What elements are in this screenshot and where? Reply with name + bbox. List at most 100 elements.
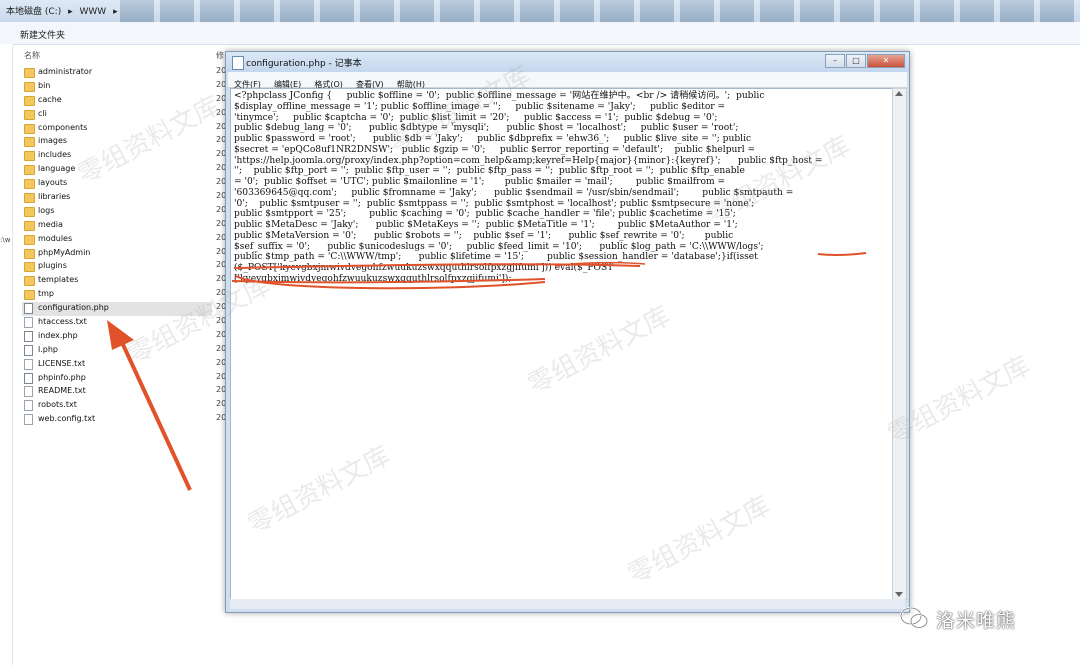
- file-row[interactable]: phpMyAdmin: [22, 247, 212, 261]
- window-title: configuration.php - 记事本: [246, 59, 362, 69]
- folder-icon: [24, 123, 35, 134]
- file-row[interactable]: l.php: [22, 344, 212, 358]
- file-name: robots.txt: [38, 400, 77, 410]
- scroll-up-arrow-icon[interactable]: [895, 91, 903, 96]
- file-list: administrator bin cache cli components images…: [22, 66, 212, 427]
- file-name: administrator: [38, 67, 93, 76]
- file-icon: [24, 372, 33, 384]
- file-row[interactable]: cli: [22, 108, 212, 122]
- file-row[interactable]: images: [22, 135, 212, 149]
- file-row[interactable]: htaccess.txt: [22, 316, 212, 330]
- breadcrumb-folder[interactable]: WWW: [79, 7, 106, 17]
- vertical-scrollbar[interactable]: [892, 88, 907, 600]
- file-row[interactable]: web.config.txt: [22, 413, 212, 427]
- explorer-toolbar: 新建文件夹: [0, 22, 1080, 45]
- file-name: modules: [38, 233, 73, 243]
- file-name: components: [38, 122, 88, 132]
- file-name: cache: [38, 94, 62, 104]
- folder-icon: [24, 290, 35, 301]
- file-row[interactable]: cache: [22, 94, 212, 108]
- file-content[interactable]: <?phpclass JConfig { public $offline = '…: [231, 89, 892, 285]
- file-row[interactable]: language: [22, 163, 212, 177]
- menu-bar: 文件(F) 编辑(E) 格式(O) 查看(V) 帮助(H): [228, 72, 907, 89]
- file-name: LICENSE.txt: [38, 358, 86, 368]
- file-name: tmp: [38, 289, 55, 299]
- file-name: l.php: [38, 344, 58, 354]
- file-icon: [24, 358, 33, 370]
- file-row[interactable]: tmp: [22, 288, 212, 302]
- file-name: configuration.php: [38, 303, 109, 313]
- file-name: media: [38, 219, 63, 229]
- file-name: index.php: [38, 330, 78, 340]
- file-name: phpinfo.php: [38, 372, 86, 382]
- folder-icon: [24, 220, 35, 231]
- address-bar[interactable]: 本地磁盘 (C:) ▸ WWW ▸: [0, 0, 1080, 23]
- folder-icon: [24, 137, 35, 148]
- file-name: web.config.txt: [38, 414, 96, 424]
- file-row[interactable]: README.txt: [22, 385, 212, 399]
- file-icon: [24, 317, 33, 329]
- file-row[interactable]: LICENSE.txt: [22, 358, 212, 372]
- breadcrumb-separator: ▸: [113, 7, 118, 17]
- file-name: language: [38, 164, 76, 174]
- column-header-name[interactable]: 名称: [24, 50, 40, 61]
- file-icon: [24, 400, 33, 412]
- file-row[interactable]: phpinfo.php: [22, 372, 212, 386]
- file-row[interactable]: modules: [22, 233, 212, 247]
- scroll-down-arrow-icon[interactable]: [895, 592, 903, 597]
- file-icon: [24, 303, 33, 315]
- text-editor[interactable]: <?phpclass JConfig { public $offline = '…: [230, 88, 893, 600]
- folder-icon: [24, 206, 35, 217]
- wechat-icon: [900, 606, 928, 629]
- folder-icon: [24, 109, 35, 120]
- file-name: README.txt: [38, 386, 86, 396]
- folder-icon: [24, 193, 35, 204]
- file-icon: [24, 386, 33, 398]
- file-row[interactable]: includes: [22, 149, 212, 163]
- file-row[interactable]: libraries: [22, 191, 212, 205]
- maximize-button[interactable]: □: [846, 54, 866, 68]
- file-icon: [24, 344, 33, 356]
- file-row[interactable]: bin: [22, 80, 212, 94]
- new-folder-button[interactable]: 新建文件夹: [20, 28, 65, 41]
- file-name: libraries: [38, 192, 71, 202]
- file-name: phpMyAdmin: [38, 247, 91, 257]
- file-row[interactable]: administrator: [22, 66, 212, 80]
- folder-icon: [24, 262, 35, 273]
- column-header-date[interactable]: 修: [216, 50, 224, 61]
- notepad-window: configuration.php - 记事本 – □ ✕ 文件(F) 编辑(E…: [225, 51, 910, 613]
- file-row[interactable]: robots.txt: [22, 399, 212, 413]
- taskbar-thumbnails: [120, 0, 1080, 22]
- file-row[interactable]: templates: [22, 274, 212, 288]
- horizontal-scrollbar[interactable]: [230, 599, 905, 609]
- folder-icon: [24, 81, 35, 92]
- folder-icon: [24, 276, 35, 287]
- close-button[interactable]: ✕: [867, 54, 905, 68]
- folder-icon: [24, 179, 35, 190]
- file-name: bin: [38, 80, 51, 90]
- breadcrumb[interactable]: 本地磁盘 (C:) ▸ WWW ▸: [6, 4, 122, 17]
- minimize-button[interactable]: –: [825, 54, 845, 68]
- file-row[interactable]: layouts: [22, 177, 212, 191]
- file-name: templates: [38, 275, 79, 285]
- file-name: cli: [38, 108, 47, 118]
- breadcrumb-separator: ▸: [68, 7, 73, 17]
- notepad-icon: [232, 56, 244, 70]
- file-row[interactable]: components: [22, 122, 212, 136]
- file-name: includes: [38, 150, 72, 160]
- file-name: plugins: [38, 261, 67, 271]
- file-row[interactable]: configuration.php: [22, 302, 212, 317]
- file-name: layouts: [38, 178, 68, 188]
- notepad-title-bar[interactable]: configuration.php - 记事本 – □ ✕: [226, 52, 909, 72]
- navigation-pane: [0, 44, 13, 665]
- file-row[interactable]: index.php: [22, 330, 212, 344]
- file-row[interactable]: media: [22, 219, 212, 233]
- folder-icon: [24, 151, 35, 162]
- folder-icon: [24, 248, 35, 259]
- folder-icon: [24, 165, 35, 176]
- file-name: htaccess.txt: [38, 317, 87, 327]
- file-row[interactable]: logs: [22, 205, 212, 219]
- folder-icon: [24, 234, 35, 245]
- file-row[interactable]: plugins: [22, 260, 212, 274]
- breadcrumb-drive[interactable]: 本地磁盘 (C:): [6, 7, 61, 17]
